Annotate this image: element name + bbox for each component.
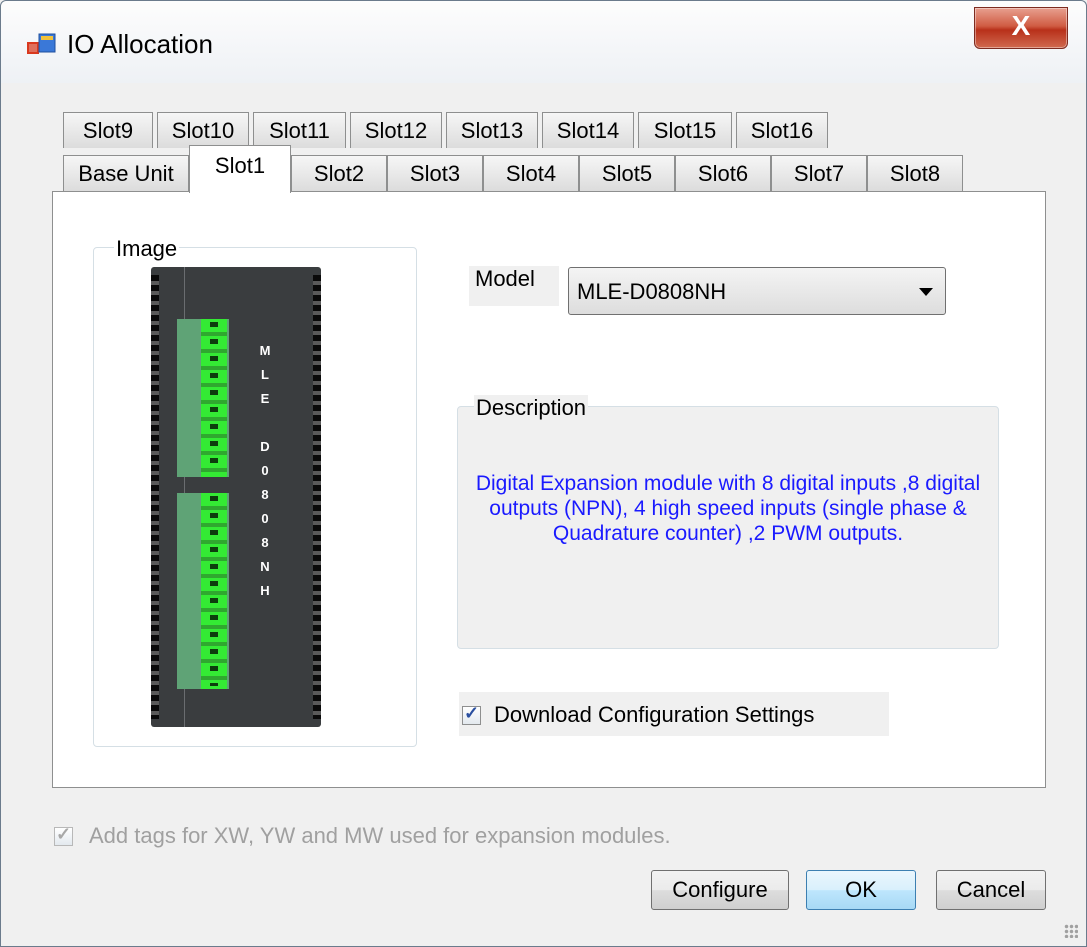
cancel-button[interactable]: Cancel: [936, 870, 1046, 910]
tab-slot14[interactable]: Slot14: [542, 112, 634, 148]
tab-slot10[interactable]: Slot10: [157, 112, 249, 148]
title-bar: IO Allocation X: [1, 1, 1086, 83]
checkmark-icon: ✓: [56, 824, 72, 844]
ok-button[interactable]: OK: [806, 870, 916, 910]
configure-button[interactable]: Configure: [651, 870, 789, 910]
slot1-tab-panel: Image M L E D 0 8 0 8 N H Model MLE-D080…: [52, 191, 1046, 788]
module-image: M L E D 0 8 0 8 N H: [151, 267, 321, 727]
top-terminal-block: [177, 319, 229, 477]
tab-slot2[interactable]: Slot2: [291, 155, 387, 191]
tab-slot12[interactable]: Slot12: [350, 112, 442, 148]
tab-slot15[interactable]: Slot15: [638, 112, 732, 148]
description-groupbox: Description Digital Expansion module wit…: [457, 395, 999, 649]
tab-slot3[interactable]: Slot3: [387, 155, 483, 191]
tab-slot7[interactable]: Slot7: [771, 155, 867, 191]
description-text: Digital Expansion module with 8 digital …: [475, 472, 981, 545]
window-title: IO Allocation: [67, 29, 213, 59]
tab-slot5[interactable]: Slot5: [579, 155, 675, 191]
model-label: Model: [475, 266, 535, 291]
io-allocation-dialog: IO Allocation X Slot9 Slot10 Slot11 Slot…: [0, 0, 1087, 947]
image-groupbox: Image M L E D 0 8 0 8 N H: [93, 236, 417, 747]
checkmark-icon: ✓: [464, 703, 480, 723]
download-config-checkbox[interactable]: ✓: [462, 703, 481, 725]
left-pin-strip: [151, 275, 159, 719]
image-group-label: Image: [114, 236, 180, 262]
tab-slot9[interactable]: Slot9: [63, 112, 153, 148]
tab-base-unit[interactable]: Base Unit: [63, 155, 189, 191]
close-button[interactable]: X: [974, 7, 1068, 49]
tab-slot8[interactable]: Slot8: [867, 155, 963, 191]
tab-slot4[interactable]: Slot4: [483, 155, 579, 191]
model-value: MLE-D0808NH: [577, 279, 727, 304]
tab-slot16[interactable]: Slot16: [736, 112, 828, 148]
add-tags-checkbox[interactable]: ✓: [54, 824, 73, 846]
add-tags-label: Add tags for XW, YW and MW used for expa…: [89, 823, 671, 848]
module-label-text: M L E D 0 8 0 8 N H: [259, 343, 271, 598]
tab-slot11[interactable]: Slot11: [253, 112, 346, 148]
download-config-label: Download Configuration Settings: [494, 702, 815, 727]
chevron-down-icon: [919, 288, 933, 296]
tab-slot1[interactable]: Slot1: [189, 145, 291, 193]
tab-slot6[interactable]: Slot6: [675, 155, 771, 191]
close-icon: X: [1011, 10, 1031, 41]
tab-slot13[interactable]: Slot13: [446, 112, 538, 148]
resize-grip-icon[interactable]: [1064, 924, 1078, 938]
app-icon: [27, 33, 56, 54]
bottom-terminal-block: [177, 493, 229, 689]
description-group-label: Description: [474, 395, 589, 421]
right-pin-strip: [313, 275, 321, 719]
model-dropdown[interactable]: MLE-D0808NH: [568, 267, 946, 315]
